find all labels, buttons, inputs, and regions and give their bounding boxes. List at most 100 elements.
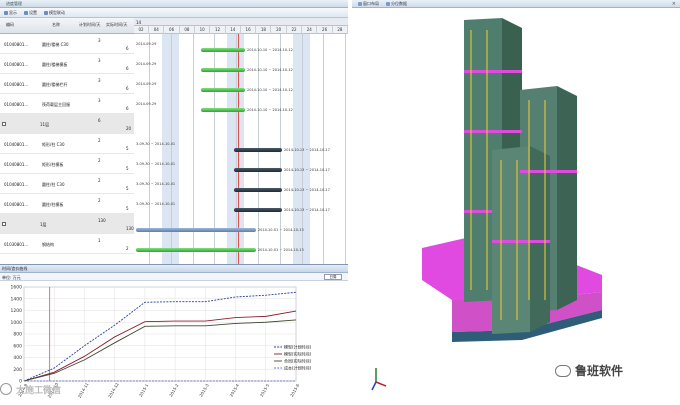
close-icon[interactable]: × bbox=[672, 1, 676, 7]
gantt-plan-date-label: 3-09-30 ~ 2014-10-01 bbox=[136, 182, 176, 186]
table-row[interactable]: 01040801... 圆柱/柱 C30 2 5 bbox=[0, 174, 134, 194]
col-header-actual[interactable]: 实际时间/天 bbox=[106, 22, 127, 28]
table-row[interactable]: 01040801... 圆柱/柱模板 2 5 bbox=[0, 194, 134, 214]
building-3d-model[interactable] bbox=[352, 10, 680, 405]
table-row[interactable]: 01040801... 筏荷载层主回服 3 6 bbox=[0, 94, 134, 114]
cell-code: 01040801... bbox=[4, 162, 29, 167]
gantt-task-bar[interactable] bbox=[234, 148, 283, 152]
tab-data[interactable]: 分位数据 bbox=[386, 1, 407, 7]
y-tick-label: 1400 bbox=[11, 296, 23, 302]
gantt-top-label: 14 bbox=[136, 20, 142, 25]
tower-3-side bbox=[530, 146, 550, 332]
cell-plan: 6 bbox=[98, 118, 101, 123]
cell-actual: 20 bbox=[126, 126, 132, 131]
cell-plan: 3 bbox=[98, 78, 101, 83]
cell-actual: 6 bbox=[126, 106, 129, 111]
gantt-task-bar[interactable] bbox=[201, 108, 245, 112]
toolbar-show-button[interactable]: 显示 bbox=[4, 10, 17, 16]
gantt-day-label: 14 bbox=[226, 26, 241, 34]
gantt-task-bar[interactable] bbox=[234, 168, 283, 172]
window-icon bbox=[358, 2, 362, 6]
collapse-icon[interactable] bbox=[2, 122, 6, 126]
toolbar-settings-button[interactable]: 设置 bbox=[24, 10, 37, 16]
watermark-right-text: 鲁班软件 bbox=[575, 364, 624, 378]
y-tick-label: 400 bbox=[13, 355, 22, 361]
curve-panel-toolbar: 单位: 万元 日周 bbox=[0, 273, 348, 281]
x-tick-label: 2014-11 bbox=[77, 381, 90, 398]
gantt-plan-date-label: 2014-09-29 bbox=[136, 102, 157, 106]
left-window-title: 进度管理 bbox=[6, 1, 22, 6]
gantt-task-bar[interactable] bbox=[136, 248, 256, 252]
col-header-name[interactable]: 名称 bbox=[52, 22, 60, 28]
cell-name: 筏荷载层主回服 bbox=[42, 102, 70, 107]
gantt-task-bar[interactable] bbox=[201, 68, 245, 72]
legend-label: 合同(实际时间) bbox=[284, 358, 312, 364]
window-strip bbox=[500, 160, 502, 320]
toolbar-model-link-button[interactable]: 模型联动 bbox=[44, 10, 65, 16]
cell-plan: 2 bbox=[98, 138, 101, 143]
cell-actual: 2 bbox=[126, 246, 129, 251]
gantt-plan-date-label: 2014-09-29 bbox=[136, 42, 157, 46]
col-header-plan[interactable]: 计划时间/天 bbox=[79, 22, 100, 28]
table-row[interactable]: 01030801... 钢结构 1 2 bbox=[0, 234, 134, 254]
cell-code: 01040801... bbox=[4, 202, 29, 207]
gantt-task-bar[interactable] bbox=[234, 208, 283, 212]
gantt-plan-date-label: 2014-09-29 bbox=[136, 62, 157, 66]
gantt-chart[interactable]: 14 02 04 06 08 10 12 14 16 18 20 22 24 26 28 2014-09-… bbox=[134, 18, 348, 264]
cell-code: 01040801... bbox=[4, 182, 29, 187]
settings-icon bbox=[24, 11, 28, 15]
col-header-code[interactable]: 编码 bbox=[6, 22, 14, 28]
table-row[interactable]: 01040801... 矩形/柱 C30 2 5 bbox=[0, 134, 134, 154]
y-tick-label: 1000 bbox=[11, 320, 23, 326]
cell-name: 矩形/柱 C30 bbox=[42, 142, 65, 147]
tab-window-layout[interactable]: 窗口布局 bbox=[358, 1, 379, 7]
cell-plan: 3 bbox=[98, 98, 101, 103]
cell-name: 矩形/柱模板 bbox=[42, 162, 64, 167]
gantt-plan-date-label: 3-09-30 ~ 2014-10-01 bbox=[136, 142, 176, 146]
cell-code: 01040801... bbox=[4, 82, 29, 87]
cell-name: 圆柱/楼梯 C30 bbox=[42, 42, 69, 47]
window-strip bbox=[544, 100, 546, 300]
cell-plan: 3 bbox=[98, 58, 101, 63]
gantt-actual-date-label: 2014-10-13 ~ 2014-10-17 bbox=[284, 187, 330, 192]
gantt-day-label: 02 bbox=[134, 26, 149, 34]
gantt-day-label: 22 bbox=[287, 26, 302, 34]
table-body: 01040801... 圆柱/楼梯 C30 3 6 01040801... 圆柱/楼梯模板… bbox=[0, 34, 134, 264]
y-tick-label: 600 bbox=[13, 343, 22, 349]
gantt-day-label: 10 bbox=[195, 26, 211, 34]
gantt-task-bar[interactable] bbox=[234, 188, 283, 192]
y-tick-label: 200 bbox=[13, 367, 22, 373]
watermark-logo-icon bbox=[0, 383, 12, 395]
table-row[interactable]: 11层 6 20 bbox=[0, 114, 134, 134]
period-select[interactable]: 日周 bbox=[324, 274, 342, 280]
data-icon bbox=[386, 2, 390, 6]
table-row[interactable]: 01040801... 圆柱/楼梯 C30 3 6 bbox=[0, 34, 134, 54]
y-tick-label: 1200 bbox=[11, 308, 23, 314]
curve-panel-title: 时间/造价曲线 bbox=[2, 266, 28, 271]
collapse-icon[interactable] bbox=[2, 222, 6, 226]
gantt-task-bar[interactable] bbox=[201, 48, 245, 52]
cell-plan: 2 bbox=[98, 158, 101, 163]
gantt-plan-date-label: 3-09-30 ~ 2014-10-01 bbox=[136, 202, 176, 206]
cell-actual: 6 bbox=[126, 46, 129, 51]
x-tick-label: 2015-4 bbox=[229, 382, 241, 397]
x-tick-label: 2015-3 bbox=[198, 382, 210, 397]
cell-code: 01040801... bbox=[4, 142, 29, 147]
gantt-actual-date-label: 2014-10-01 ~ 2014-10-13 bbox=[257, 247, 304, 252]
table-row[interactable]: 1层 130 130 bbox=[0, 214, 134, 234]
gantt-task-bar[interactable] bbox=[201, 88, 245, 92]
cell-name: 圆柱/柱模板 bbox=[42, 202, 64, 207]
cell-name: 11层 bbox=[40, 122, 50, 127]
window-strip bbox=[516, 160, 518, 320]
cell-code: 01040801... bbox=[4, 62, 29, 67]
left-window-title-bar: 进度管理 bbox=[0, 0, 348, 8]
table-row[interactable]: 01040801... 矩形/柱模板 2 5 bbox=[0, 154, 134, 174]
gantt-actual-date-label: 2014-10-10 ~ 2014-10-12 bbox=[247, 67, 293, 72]
gantt-day-header: 02 04 06 08 10 12 14 16 18 20 22 24 26 28 bbox=[134, 26, 348, 34]
table-row[interactable]: 01040801... 圆柱/楼梯模板 3 6 bbox=[0, 54, 134, 74]
gantt-actual-date-label: 2014-10-13 ~ 2014-10-17 bbox=[284, 167, 330, 172]
table-row[interactable]: 01040801... 圆柱/楼梯栏杆 3 6 bbox=[0, 74, 134, 94]
gantt-task-bar[interactable] bbox=[136, 228, 256, 232]
cell-plan: 2 bbox=[98, 198, 101, 203]
schedule-grid: 编码 名称 计划时间/天 实际时间/天 01040801... 圆柱/楼梯 C30… bbox=[0, 18, 348, 281]
